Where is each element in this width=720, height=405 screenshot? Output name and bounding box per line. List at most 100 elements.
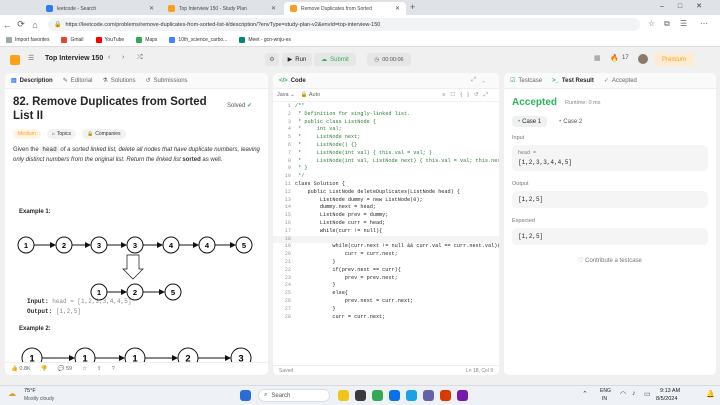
comments-button[interactable]: 💬 59 [58, 366, 73, 372]
code-line[interactable]: 11 class Solution { [273, 181, 499, 189]
file-explorer-icon[interactable] [338, 390, 349, 401]
tab-submissions[interactable]: ↺ Submissions [145, 77, 187, 85]
tab-testcase[interactable]: ☑ Testcase [510, 77, 542, 85]
code-line[interactable]: 25 else{ [273, 290, 499, 298]
code-line[interactable]: 28 curr = curr.next; [273, 314, 499, 322]
bookmark-gmail[interactable]: Gmail [61, 37, 84, 43]
code-line[interactable]: 6 * ListNode() {} [273, 142, 499, 150]
close-tab-icon[interactable]: ✕ [395, 5, 400, 12]
streak-fire-icon[interactable]: 🔥 [610, 54, 619, 62]
code-line[interactable]: 15 ListNode prev = dummy; [273, 212, 499, 220]
bookmark-youtube[interactable]: YouTube [95, 37, 124, 43]
share-icon[interactable]: ⇪ [97, 366, 102, 372]
editor-actions[interactable]: ≡☐{}↺⤢ [442, 92, 493, 99]
avatar[interactable] [638, 54, 648, 64]
code-line[interactable]: 16 ListNode curr = head; [273, 220, 499, 228]
tab-accepted[interactable]: ✓ Accepted [604, 77, 637, 85]
battery-icon[interactable]: ▭ [644, 390, 651, 398]
close-tab-icon[interactable]: ✕ [271, 5, 276, 12]
prev-problem-icon[interactable]: ‹ [108, 54, 110, 61]
leetcode-logo-icon[interactable] [10, 55, 20, 65]
code-line[interactable]: 3 * public class ListNode { [273, 119, 499, 127]
code-line[interactable]: 24 } [273, 282, 499, 290]
like-button[interactable]: 👍 0.8K [11, 366, 31, 372]
browser-tab-search[interactable]: leetcode - Search ✕ [40, 2, 160, 15]
code-line[interactable]: 2 * Definition for singly-linked list. [273, 111, 499, 119]
dislike-icon[interactable]: 👎 [41, 366, 48, 372]
teams-icon[interactable] [423, 390, 434, 401]
difficulty-badge[interactable]: Medium [13, 129, 41, 139]
code-line[interactable]: 12 public ListNode deleteDuplicates(List… [273, 189, 499, 197]
store-icon[interactable] [389, 390, 400, 401]
problem-list-title[interactable]: Top Interview 150 [45, 55, 103, 62]
code-line[interactable]: 26 prev.next = curr.next; [273, 298, 499, 306]
close-tab-icon[interactable]: ✕ [149, 5, 154, 12]
code-line[interactable]: 14 dummy.next = head; [273, 204, 499, 212]
code-line[interactable]: 7 * ListNode(int val) { this.val = val; … [273, 150, 499, 158]
browser-tab-problem[interactable]: Remove Duplicates from Sorted ✕ [284, 2, 406, 15]
code-line[interactable]: 9 * } [273, 165, 499, 173]
office-icon[interactable] [440, 390, 451, 401]
code-editor[interactable]: 1 /** 2 * Definition for singly-linked lis… [273, 103, 499, 365]
code-line[interactable]: 18 [273, 235, 499, 244]
panel-controls[interactable]: ⤢⌄ [471, 77, 491, 84]
notification-icon[interactable]: 🔔 [706, 390, 715, 398]
auto-mode[interactable]: 🔒 Auto [301, 92, 320, 98]
new-tab-button[interactable]: + [410, 2, 415, 12]
tab-code[interactable]: </> Code [279, 78, 306, 84]
taskbar-search[interactable]: ⌕ Search [258, 389, 330, 402]
tab-test-result[interactable]: >_ Test Result [552, 78, 594, 84]
favorite-star-icon[interactable]: ☆ [648, 19, 655, 28]
premium-button[interactable]: Premium [654, 53, 694, 66]
clock-time[interactable]: 9:13 AM [660, 388, 680, 394]
tab-solutions[interactable]: ⚗ Solutions [102, 77, 135, 85]
shuffle-icon[interactable]: ⤮ [137, 54, 143, 62]
layout-icon[interactable]: ▦ [594, 54, 601, 62]
home-icon[interactable]: ⌂ [28, 20, 42, 30]
browser-tab-study-plan[interactable]: Top Interview 150 - Study Plan ✕ [162, 2, 282, 15]
contribute-testcase-link[interactable]: ♡ Contribute a testcase [512, 257, 708, 264]
start-icon[interactable] [240, 390, 251, 401]
timer[interactable]: ◷ 00:00:06 [367, 53, 411, 66]
url-field[interactable]: 🔒 https://leetcode.com/problems/remove-d… [48, 18, 640, 31]
lang-code[interactable]: ENG [600, 388, 611, 394]
weather-icon[interactable]: ☁ [8, 389, 16, 398]
help-icon[interactable]: ? [112, 366, 115, 372]
code-line[interactable]: 10 */ [273, 173, 499, 181]
language-select[interactable]: Java ⌄ [277, 92, 295, 98]
collections-icon[interactable]: ☰ [680, 19, 687, 28]
code-line[interactable]: 27 } [273, 306, 499, 314]
code-line[interactable]: 13 ListNode dummy = new ListNode(0); [273, 197, 499, 205]
code-line[interactable]: 5 * ListNode next; [273, 134, 499, 142]
task-view-icon[interactable] [355, 390, 366, 401]
back-icon[interactable]: ← [0, 20, 14, 30]
bookmark-maps[interactable]: Maps [136, 37, 157, 43]
tab-description[interactable]: ▤ Description [11, 77, 53, 85]
case-2-tab[interactable]: • Case 2 [553, 116, 588, 127]
code-line[interactable]: 17 while(curr != null){ [273, 228, 499, 236]
code-line[interactable]: 22 if(prev.next == curr){ [273, 267, 499, 275]
tray-chevron-icon[interactable]: ⌃ [582, 390, 588, 398]
bookmark-icon[interactable]: ☆ [82, 366, 87, 372]
bookmark-meet[interactable]: Meet - gcn-wnju-es [239, 37, 291, 43]
chrome-icon[interactable] [372, 390, 383, 401]
topics-chip[interactable]: ⌂ Topics [46, 129, 77, 139]
code-line[interactable]: 23 prev = prev.next; [273, 275, 499, 283]
code-line[interactable]: 4 * int val; [273, 126, 499, 134]
debug-button[interactable]: ⚙ [265, 53, 279, 66]
bookmark-science[interactable]: 10th_science_carbo... [169, 37, 227, 43]
bookmark-import-favorites[interactable]: Import favorites [6, 37, 49, 43]
case-1-tab[interactable]: • Case 1 [512, 116, 548, 127]
problem-list-icon[interactable]: ☰ [28, 54, 34, 62]
next-problem-icon[interactable]: › [122, 54, 124, 61]
wifi-icon[interactable]: ◠ [620, 390, 626, 398]
code-line[interactable]: 1 /** [273, 103, 499, 111]
volume-icon[interactable]: ♪ [632, 390, 636, 397]
more-menu-icon[interactable]: ⋯ [700, 19, 708, 28]
refresh-icon[interactable]: ⟳ [14, 19, 28, 30]
tab-editorial[interactable]: ✎ Editorial [63, 77, 93, 85]
code-line[interactable]: 8 * ListNode(int val, ListNode next) { t… [273, 158, 499, 166]
code-line[interactable]: 20 curr = curr.next; [273, 251, 499, 259]
companies-chip[interactable]: 🔒 Companies [82, 129, 126, 139]
run-button[interactable]: ▶ Run [282, 53, 312, 66]
